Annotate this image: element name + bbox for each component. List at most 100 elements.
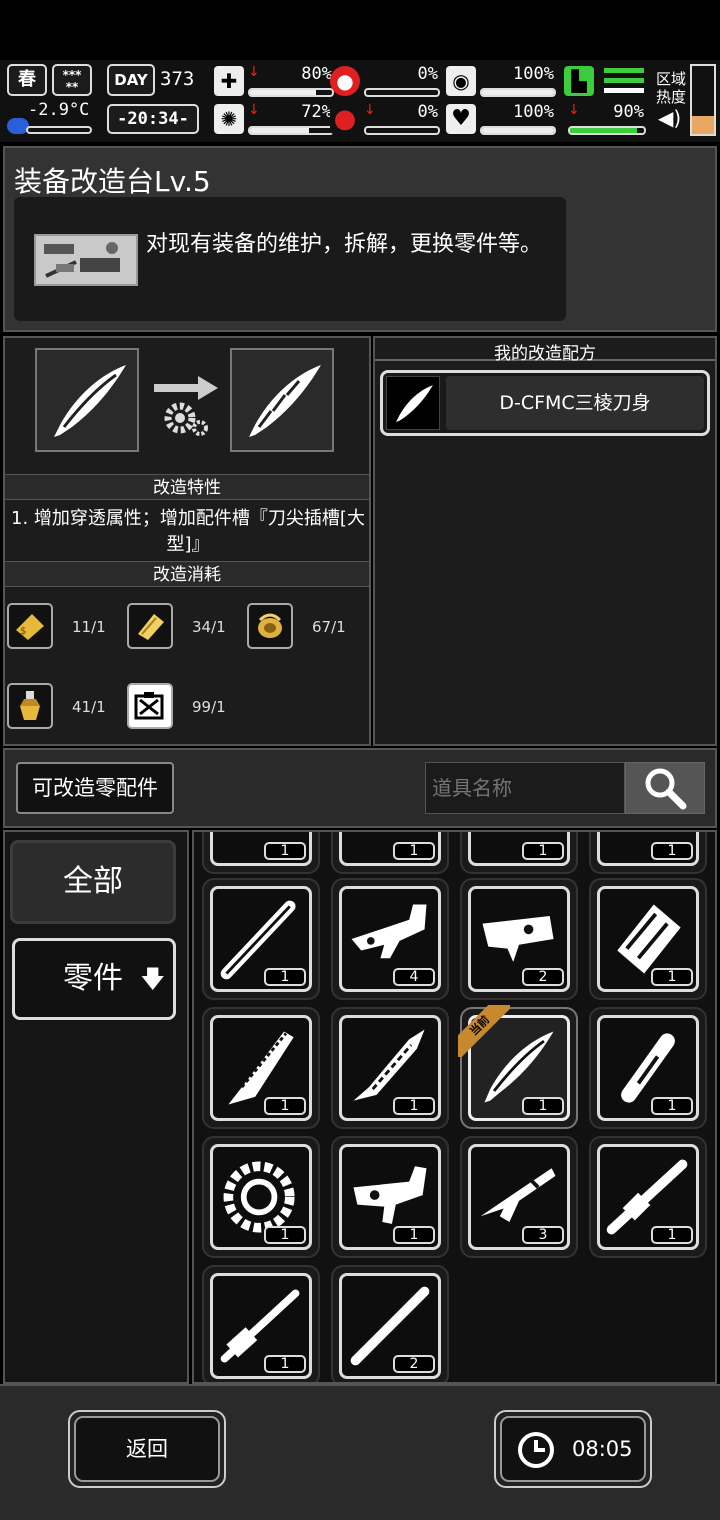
cost-value: 99/1 — [192, 698, 226, 716]
curved-blade-icon — [249, 365, 321, 437]
day-label: DAY — [107, 64, 155, 96]
stat-mind: ✺ ↓ 72% — [214, 102, 334, 138]
weather-icon: *** ** — [52, 64, 92, 96]
curved-blade-icon — [54, 365, 126, 437]
item-count: 1 — [264, 842, 306, 860]
tab-parts[interactable]: 零件 🡇 — [12, 938, 176, 1020]
item-slot[interactable]: 1 — [202, 1136, 320, 1258]
mind-bar — [248, 126, 334, 135]
search-button[interactable] — [625, 762, 705, 814]
trait-text: 1. 增加穿透属性；增加配件槽『刀尖插槽[大型]』 — [11, 508, 365, 555]
stat-fatigue: ◉ 100% — [446, 64, 558, 100]
season-badge: 春 — [7, 64, 47, 96]
item-slot[interactable]: 1 — [202, 832, 320, 874]
search-input[interactable] — [425, 762, 625, 814]
current-badge-label: 当前 — [458, 1005, 510, 1057]
item-slot[interactable]: 3 — [460, 1136, 578, 1258]
arrow-down-icon: 🡇 — [140, 965, 165, 993]
trend-down-icon: ↓ — [248, 64, 260, 80]
item-count: 1 — [393, 1097, 435, 1115]
item-slot[interactable]: 1 — [202, 878, 320, 1000]
heart-bar — [480, 126, 556, 135]
temperature: -2.9°C — [28, 100, 90, 120]
gold-ticket-icon[interactable]: $ — [7, 603, 53, 649]
source-equipment-slot[interactable] — [35, 348, 139, 452]
cost-value: 34/1 — [192, 618, 226, 636]
item-slot[interactable]: 1 — [331, 832, 449, 874]
curved-blade-icon — [386, 376, 440, 430]
gear-icon — [162, 400, 212, 440]
recipe-header: 我的改造配方 — [375, 339, 715, 364]
time-label: 08:05 — [500, 1416, 646, 1482]
status-bar: 春 *** ** -2.9°C DAY 373 -20:34- ✚ ↓ 80% ●… — [0, 60, 720, 142]
item-count: 1 — [522, 1097, 564, 1115]
item-count: 4 — [393, 968, 435, 986]
item-slot[interactable]: 1 — [202, 1265, 320, 1382]
stamina-bar — [568, 126, 646, 135]
cost-value: 41/1 — [72, 698, 106, 716]
stat-health: ✚ ↓ 80% — [214, 64, 334, 100]
zone-heat-label: 区域热度 — [656, 70, 687, 106]
zone-heat-meter — [690, 64, 716, 136]
item-count: 1 — [264, 968, 306, 986]
item-slot[interactable]: 1 — [589, 878, 707, 1000]
item-slot[interactable]: 1 — [202, 1007, 320, 1129]
item-count: 3 — [522, 1226, 564, 1244]
clock-display: -20:34- — [107, 104, 199, 134]
item-grid: 1 1 1 1 1 4 2 1 1 1 1 当前 1 1 1 3 1 1 2 — [192, 830, 717, 1384]
speaker-icon[interactable]: ◀) — [658, 106, 681, 130]
item-count: 1 — [651, 842, 693, 860]
item-count: 1 — [522, 842, 564, 860]
stat-hunger: ● 0% — [330, 64, 440, 100]
fatigue-bar — [480, 88, 556, 97]
search-icon — [645, 768, 687, 810]
item-count: 1 — [264, 1097, 306, 1115]
item-slot[interactable]: 1 — [589, 1136, 707, 1258]
workbench-tools-icon — [34, 234, 138, 286]
item-slot[interactable]: 1 — [331, 1136, 449, 1258]
item-count: 1 — [651, 968, 693, 986]
item-count: 2 — [393, 1355, 435, 1373]
blood-drop-icon: ● — [330, 104, 360, 134]
time-button[interactable]: 08:05 — [494, 1410, 652, 1488]
health-bar — [248, 88, 334, 97]
modifiable-parts-button[interactable]: 可改造零配件 — [16, 762, 174, 814]
trait-section-header: 改造特性 — [5, 474, 369, 500]
item-slot[interactable]: 4 — [331, 878, 449, 1000]
stamina-lines-icon — [604, 68, 644, 73]
blueprint-icon[interactable] — [127, 683, 173, 729]
item-slot[interactable]: 1 — [589, 832, 707, 874]
temperature-bar — [26, 126, 92, 134]
item-count: 1 — [264, 1226, 306, 1244]
gold-card-icon[interactable] — [127, 603, 173, 649]
item-count: 1 — [264, 1355, 306, 1373]
item-count: 1 — [651, 1097, 693, 1115]
oil-lamp-icon[interactable] — [7, 683, 53, 729]
stat-heart: ♥ 100% — [446, 102, 558, 138]
page-title: 装备改造台Lv.5 — [14, 165, 211, 198]
cost-section-header: 改造消耗 — [5, 561, 369, 587]
current-badge: 当前 — [458, 1005, 510, 1057]
clock-icon — [518, 1432, 554, 1468]
stomach-icon: ● — [330, 66, 360, 96]
item-count: 1 — [393, 1226, 435, 1244]
recipe-name: D-CFMC三棱刀身 — [446, 376, 704, 430]
medkit-icon: ✚ — [214, 66, 244, 96]
back-button[interactable]: 返回 — [68, 1410, 226, 1488]
tab-all[interactable]: 全部 — [10, 840, 176, 924]
arrow-right-icon — [154, 374, 218, 400]
tab-parts-label: 零件 — [63, 961, 123, 996]
gold-coil-icon[interactable] — [247, 603, 293, 649]
item-slot[interactable]: 1 — [331, 1007, 449, 1129]
item-count: 2 — [522, 968, 564, 986]
blood-bar — [364, 126, 440, 135]
item-count: 1 — [393, 842, 435, 860]
item-slot[interactable]: 2 — [331, 1265, 449, 1382]
hunger-bar — [364, 88, 440, 97]
item-slot[interactable]: 1 — [589, 1007, 707, 1129]
item-slot[interactable]: 1 — [460, 832, 578, 874]
result-equipment-slot[interactable] — [230, 348, 334, 452]
item-slot[interactable]: 1 当前 — [458, 1005, 578, 1129]
cost-value: 11/1 — [72, 618, 106, 636]
item-slot[interactable]: 2 — [460, 878, 578, 1000]
